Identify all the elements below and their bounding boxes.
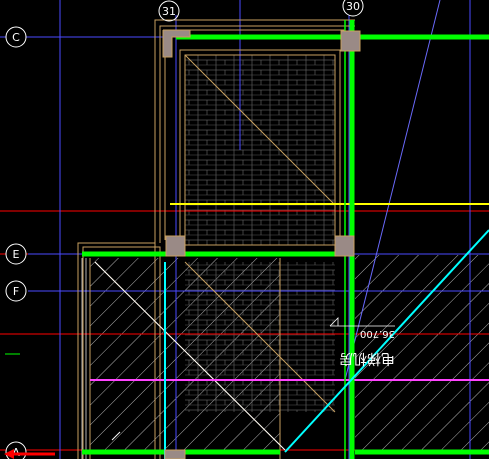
cad-drawing-canvas[interactable]: 36.700 电梯机房 31 30 C E F A (0, 0, 489, 459)
grid-bubble-e[interactable]: E (5, 243, 27, 265)
grid-label-f: F (13, 285, 19, 298)
grid-label-30: 30 (346, 0, 360, 13)
grid-label-e: E (13, 248, 20, 261)
grid-bubble-c[interactable]: C (5, 26, 27, 48)
room-name-label: 电梯机房 (339, 350, 395, 366)
grid-label-c: C (12, 31, 20, 44)
grid-label-31: 31 (162, 5, 176, 18)
grid-bubble-30[interactable]: 30 (342, 0, 364, 17)
grid-bubble-f[interactable]: F (5, 280, 27, 302)
machine-room-tile-area (185, 55, 335, 412)
grid-bubble-31[interactable]: 31 (158, 0, 180, 22)
elevation-label: 36.700 (360, 328, 395, 339)
